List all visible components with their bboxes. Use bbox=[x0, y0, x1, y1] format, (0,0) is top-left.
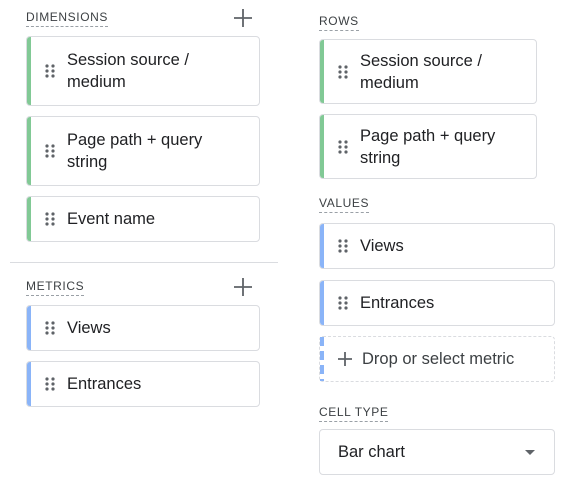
chip-label: Event name bbox=[67, 210, 156, 228]
dimensions-heading: DIMENSIONS bbox=[26, 10, 109, 27]
drag-handle-icon[interactable] bbox=[45, 320, 55, 336]
value-chip-views[interactable]: Views bbox=[319, 223, 555, 269]
value-chip-entrances[interactable]: Entrances bbox=[319, 280, 555, 326]
chip-label: Views bbox=[360, 237, 404, 255]
values-heading: VALUES bbox=[319, 196, 370, 213]
dimension-chip-page-path[interactable]: Page path + query string bbox=[26, 116, 260, 186]
row-chip-page-path[interactable]: Page path + query string bbox=[319, 114, 537, 179]
chip-label: Page path + query string bbox=[67, 131, 203, 171]
add-metric-button[interactable] bbox=[231, 275, 255, 299]
metrics-heading: METRICS bbox=[26, 279, 85, 296]
cell-type-heading: CELL TYPE bbox=[319, 405, 389, 422]
chip-label: Entrances bbox=[360, 294, 435, 312]
chip-label: Entrances bbox=[67, 375, 142, 393]
drag-handle-icon[interactable] bbox=[338, 295, 348, 311]
plus-icon bbox=[234, 278, 252, 296]
drag-handle-icon[interactable] bbox=[338, 139, 348, 155]
drag-handle-icon[interactable] bbox=[45, 376, 55, 392]
dropdown-caret-icon bbox=[525, 450, 535, 455]
plus-icon bbox=[338, 352, 352, 366]
drag-handle-icon[interactable] bbox=[338, 64, 348, 80]
drag-handle-icon[interactable] bbox=[45, 143, 55, 159]
drop-zone-accent bbox=[320, 337, 324, 381]
drag-handle-icon[interactable] bbox=[45, 211, 55, 227]
chip-label: Session source / medium bbox=[360, 51, 482, 92]
drag-handle-icon[interactable] bbox=[338, 238, 348, 254]
section-divider bbox=[10, 262, 278, 263]
dimension-chip-session-source[interactable]: Session source / medium bbox=[26, 36, 260, 106]
add-dimension-button[interactable] bbox=[231, 6, 255, 30]
chip-label: Page path + query string bbox=[360, 126, 496, 167]
row-chip-session-source[interactable]: Session source / medium bbox=[319, 39, 537, 104]
chip-label: Views bbox=[67, 319, 111, 337]
metric-chip-entrances[interactable]: Entrances bbox=[26, 361, 260, 407]
plus-icon bbox=[234, 9, 252, 27]
metric-chip-views[interactable]: Views bbox=[26, 305, 260, 351]
dimension-chip-event-name[interactable]: Event name bbox=[26, 196, 260, 242]
report-builder: DIMENSIONS Session source / medium Page … bbox=[0, 0, 569, 485]
drop-metric-zone[interactable]: Drop or select metric bbox=[319, 336, 555, 382]
chip-label: Session source / medium bbox=[67, 51, 189, 91]
drag-handle-icon[interactable] bbox=[45, 63, 55, 79]
rows-heading: ROWS bbox=[319, 14, 359, 31]
drop-zone-label: Drop or select metric bbox=[362, 349, 515, 368]
cell-type-value: Bar chart bbox=[338, 442, 405, 461]
cell-type-select[interactable]: Bar chart bbox=[319, 429, 555, 475]
